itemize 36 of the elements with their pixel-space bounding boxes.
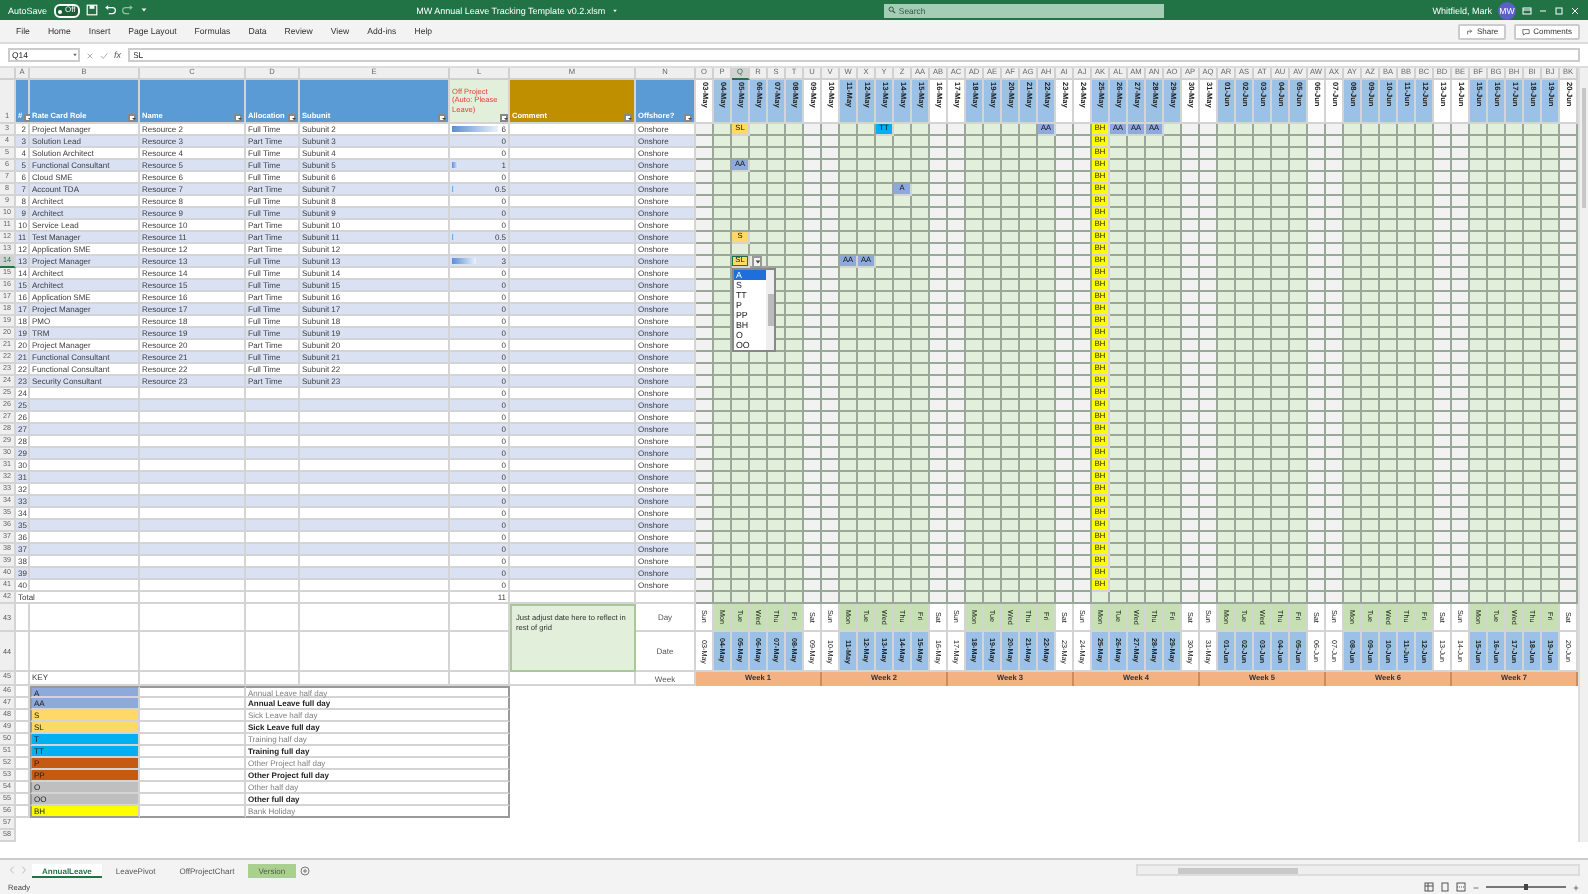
add-sheet-icon[interactable] [299, 865, 310, 875]
search-icon [888, 6, 897, 14]
filter-button[interactable] [624, 113, 632, 121]
caret-icon[interactable] [72, 52, 78, 58]
cancel-icon[interactable] [86, 51, 94, 59]
page-break-icon[interactable] [1456, 882, 1466, 892]
page-layout-icon[interactable] [1440, 882, 1450, 892]
empty-cell [30, 604, 140, 632]
filter-button[interactable] [438, 113, 446, 121]
empty-cell [246, 604, 300, 632]
zoom-in-icon[interactable] [1572, 883, 1580, 891]
empty-cell [140, 632, 246, 672]
ribbon-display-icon[interactable] [1522, 5, 1532, 15]
close-icon[interactable] [1570, 5, 1580, 15]
filter-button[interactable] [684, 113, 692, 121]
minimize-icon[interactable] [1538, 5, 1548, 15]
comment-icon [1522, 27, 1531, 35]
share-icon [1465, 27, 1474, 35]
save-icon[interactable] [86, 4, 99, 16]
list-scrollbar[interactable] [766, 270, 774, 350]
empty-cell [246, 632, 300, 672]
filter-button[interactable] [499, 113, 507, 121]
vertical-scrollbar[interactable] [1578, 68, 1588, 842]
empty-cell [30, 632, 140, 672]
undo-icon[interactable] [104, 4, 117, 16]
empty-cell [140, 604, 246, 632]
filter-button[interactable] [288, 113, 296, 121]
maximize-icon[interactable] [1554, 5, 1564, 15]
filter-button[interactable] [128, 113, 136, 121]
filter-button[interactable] [234, 113, 242, 121]
dropdown-button[interactable] [751, 256, 761, 267]
normal-view-icon[interactable] [1424, 882, 1434, 892]
horizontal-scrollbar[interactable] [1136, 864, 1580, 876]
caret-icon[interactable] [611, 7, 618, 13]
redo-icon[interactable] [122, 4, 135, 16]
filter-button[interactable] [24, 113, 32, 121]
